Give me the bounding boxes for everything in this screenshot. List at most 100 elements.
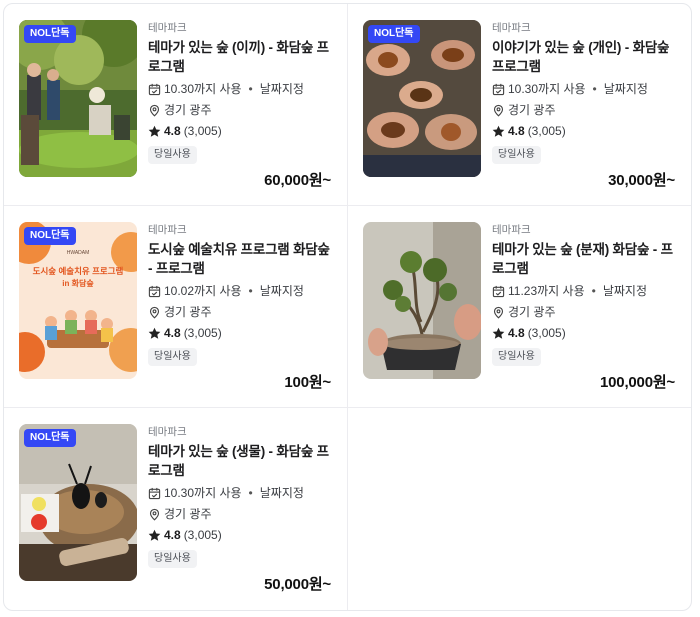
location-text: 경기 광주	[164, 305, 212, 319]
exclusive-badge: NOL단독	[24, 227, 76, 245]
usage-period: 10.30까지 사용 • 날짜지정	[492, 81, 679, 97]
product-price: 60,000원~	[264, 172, 331, 189]
date-type: 날짜지정	[259, 82, 304, 96]
date-type: 날짜지정	[259, 284, 304, 298]
product-card[interactable]: NOL단독 테마파크 테마가 있는 숲 (생물) - 화담숲 프로그램 10.3…	[4, 408, 348, 610]
review-count: (3,005)	[183, 326, 222, 340]
product-image: NOL단독	[19, 20, 137, 177]
calendar-icon	[492, 285, 505, 297]
separator-dot: •	[248, 284, 253, 298]
usage-date: 10.30까지 사용	[508, 82, 586, 96]
poster-brand: HWADAM	[67, 250, 90, 256]
same-day-tag: 당일사용	[492, 348, 541, 366]
review-count: (3,005)	[527, 326, 566, 340]
location-pin-icon	[493, 104, 504, 117]
location-pin-icon	[149, 508, 160, 521]
calendar-icon	[492, 83, 505, 95]
rating-score: 4.8	[164, 528, 181, 542]
product-price: 100,000원~	[600, 374, 675, 391]
rating: 4.8 (3,005)	[148, 527, 335, 543]
exclusive-badge: NOL단독	[24, 25, 76, 43]
rating: 4.8 (3,005)	[492, 325, 679, 341]
location-pin-icon	[149, 104, 160, 117]
product-card[interactable]: HWADAM 도시숲 예술치유 프로그램 in 화담숲 NOL단독 테마파크 도…	[4, 206, 348, 408]
review-count: (3,005)	[183, 528, 222, 542]
same-day-tag: 당일사용	[148, 146, 197, 164]
rating-score: 4.8	[508, 326, 525, 340]
location: 경기 광주	[492, 304, 679, 320]
rating-score: 4.8	[508, 124, 525, 138]
usage-date: 10.30까지 사용	[164, 82, 242, 96]
product-price: 30,000원~	[608, 172, 675, 189]
product-image: HWADAM 도시숲 예술치유 프로그램 in 화담숲 NOL단독	[19, 222, 137, 379]
usage-date: 10.02까지 사용	[164, 284, 242, 298]
product-category: 테마파크	[492, 22, 531, 34]
calendar-icon	[148, 487, 161, 499]
art-therapy-poster: HWADAM 도시숲 예술치유 프로그램 in 화담숲	[19, 222, 137, 379]
product-price: 100원~	[284, 374, 331, 391]
location-text: 경기 광주	[164, 507, 212, 521]
usage-period: 11.23까지 사용 • 날짜지정	[492, 283, 679, 299]
product-price: 50,000원~	[264, 576, 331, 593]
poster-title-line1: 도시숲 예술치유 프로그램	[33, 266, 124, 276]
location-pin-icon	[493, 306, 504, 319]
calendar-icon	[148, 83, 161, 95]
empty-cell	[348, 408, 691, 610]
product-category: 테마파크	[148, 22, 187, 34]
product-title[interactable]: 이야기가 있는 숲 (개인) - 화담숲 프로그램	[492, 38, 679, 76]
product-image: NOL단독	[19, 424, 137, 581]
product-card[interactable]: NOL단독 테마파크 이야기가 있는 숲 (개인) - 화담숲 프로그램 10.…	[348, 4, 691, 206]
product-image: NOL단독	[363, 20, 481, 177]
exclusive-badge: NOL단독	[368, 25, 420, 43]
rating: 4.8 (3,005)	[148, 325, 335, 341]
same-day-tag: 당일사용	[492, 146, 541, 164]
separator-dot: •	[591, 284, 596, 298]
rating-score: 4.8	[164, 124, 181, 138]
date-type: 날짜지정	[603, 82, 648, 96]
product-grid: NOL단독 테마파크 테마가 있는 숲 (이끼) - 화담숲 프로그램 10.3…	[3, 3, 692, 611]
star-icon	[492, 125, 505, 137]
poster-title-line2: in 화담숲	[62, 278, 94, 288]
bonsai-photo	[363, 222, 481, 379]
product-title[interactable]: 테마가 있는 숲 (분재) 화담숲 - 프로그램	[492, 240, 679, 278]
location: 경기 광주	[492, 102, 679, 118]
date-type: 날짜지정	[602, 284, 648, 298]
star-icon	[148, 529, 161, 541]
calendar-icon	[148, 285, 161, 297]
star-icon	[148, 125, 161, 137]
product-title[interactable]: 도시숲 예술치유 프로그램 화담숲 - 프로그램	[148, 240, 335, 278]
hands-leaves-photo	[363, 20, 481, 177]
product-card[interactable]: NOL단독 테마파크 테마가 있는 숲 (이끼) - 화담숲 프로그램 10.3…	[4, 4, 348, 206]
location-text: 경기 광주	[508, 305, 556, 319]
product-category: 테마파크	[492, 224, 531, 236]
review-count: (3,005)	[527, 124, 566, 138]
product-title[interactable]: 테마가 있는 숲 (생물) - 화담숲 프로그램	[148, 442, 335, 480]
same-day-tag: 당일사용	[148, 550, 197, 568]
rating: 4.8 (3,005)	[492, 123, 679, 139]
location-pin-icon	[149, 306, 160, 319]
separator-dot: •	[248, 82, 253, 96]
product-category: 테마파크	[148, 426, 187, 438]
location: 경기 광주	[148, 102, 335, 118]
review-count: (3,005)	[183, 124, 222, 138]
usage-period: 10.02까지 사용 • 날짜지정	[148, 283, 335, 299]
location-text: 경기 광주	[164, 103, 212, 117]
star-icon	[492, 327, 505, 339]
star-icon	[148, 327, 161, 339]
moss-forest-photo	[19, 20, 137, 177]
location: 경기 광주	[148, 304, 335, 320]
product-category: 테마파크	[148, 224, 187, 236]
usage-period: 10.30까지 사용 • 날짜지정	[148, 485, 335, 501]
rating: 4.8 (3,005)	[148, 123, 335, 139]
product-card[interactable]: 테마파크 테마가 있는 숲 (분재) 화담숲 - 프로그램 11.23까지 사용…	[348, 206, 691, 408]
product-image	[363, 222, 481, 379]
exclusive-badge: NOL단독	[24, 429, 76, 447]
location-text: 경기 광주	[508, 103, 556, 117]
usage-date: 11.23까지 사용	[508, 284, 585, 298]
date-type: 날짜지정	[259, 486, 304, 500]
product-title[interactable]: 테마가 있는 숲 (이끼) - 화담숲 프로그램	[148, 38, 335, 76]
rating-score: 4.8	[164, 326, 181, 340]
location: 경기 광주	[148, 506, 335, 522]
usage-period: 10.30까지 사용 • 날짜지정	[148, 81, 335, 97]
same-day-tag: 당일사용	[148, 348, 197, 366]
